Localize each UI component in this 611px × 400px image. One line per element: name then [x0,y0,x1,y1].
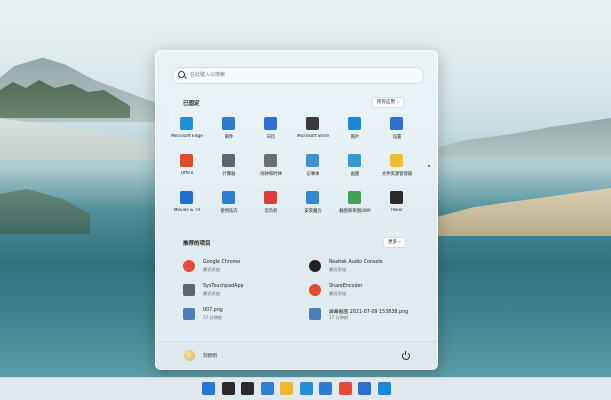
photos-icon [348,117,361,130]
pinned-app[interactable]: Microsoft Edge [166,114,208,144]
pinned-title: 已固定 [183,101,200,107]
gear-icon[interactable] [358,382,371,395]
pinned-app[interactable]: 使用技巧 [208,188,250,218]
gear-icon [390,117,403,130]
recommended-item-title: Google Chrome [203,260,241,265]
page-indicator[interactable] [428,165,430,167]
recommended-item-subtitle: 17 分钟前 [329,315,349,320]
more-label: 更多 [388,240,397,245]
movies-icon [180,191,193,204]
taskbar [0,377,611,400]
pinned-app-label: 文件资源管理器 [381,172,413,177]
store-icon [306,117,319,130]
calendar-icon [264,117,277,130]
edge-icon[interactable] [299,382,313,395]
recommended-item-title: 屏幕截图 2021-07-09 153838.png [329,310,409,315]
notepad-icon [306,154,319,167]
windows-icon[interactable] [202,382,215,395]
more-button[interactable]: 更多 › [383,237,406,248]
snip-icon [348,191,361,204]
pinned-app-label: Poker [391,208,403,213]
folder-icon [390,154,403,167]
pinned-app[interactable]: 照片 [334,114,376,144]
pinned-apps-grid: Microsoft Edge 邮件 日历 Microsoft Store 照片设置 Off… [166,114,416,224]
all-apps-button[interactable]: 所有应用 › [372,97,404,108]
image-file-icon [183,308,195,320]
chevron-right-icon: › [397,100,399,105]
audio-icon [309,260,321,272]
pinned-app[interactable]: 截图和草图UWP [334,188,376,218]
clock-icon [264,154,277,167]
start-footer: 刘新明 [156,341,437,370]
cube-icon [306,191,319,204]
recommended-item-subtitle: 最近添加 [203,267,220,272]
all-apps-label: 所有应用 [377,100,395,105]
calculator-icon [222,154,235,167]
pinned-app[interactable]: Microsoft Store [292,114,334,144]
edge-icon [180,117,193,130]
search-icon[interactable] [221,382,235,395]
pinned-app[interactable]: 计算器 [208,151,250,181]
recommended-item[interactable]: 007.png 17 分钟前 [178,305,298,327]
recommended-item-subtitle: 17 分钟前 [203,315,223,320]
search-placeholder: 在此键入以搜索 [190,72,226,78]
pinned-app[interactable]: Office [166,151,208,181]
pinned-app[interactable]: 安装魔方 [292,188,334,218]
recommended-item[interactable]: 屏幕截图 2021-07-09 153838.png 17 分钟前 [304,305,424,327]
mail-icon[interactable] [319,382,332,395]
pinned-app[interactable]: 画图 [334,151,376,181]
recommended-item-subtitle: 最近添加 [329,267,346,272]
pinned-app[interactable]: 文件资源管理器 [376,151,418,181]
search-icon [178,71,185,78]
widgets-icon[interactable] [260,382,274,395]
recommended-item-subtitle: 最近添加 [203,291,220,296]
recommended-item-title: Realtek Audio Console [329,260,383,265]
pinned-app[interactable]: 邮件 [208,114,250,144]
photos-icon[interactable] [377,382,391,395]
recommended-item[interactable]: ShareEncoder 最近添加 [304,281,424,303]
pinned-app[interactable]: 日历 [250,114,292,144]
pinned-app[interactable]: Movies & TV [166,188,208,218]
wallpaper-reeds-right [438,188,611,236]
pinned-app-label: 设置 [392,135,402,140]
user-name[interactable]: 刘新明 [203,353,217,359]
pinned-app[interactable]: 闹钟和时钟 [250,151,292,181]
start-search-box[interactable]: 在此键入以搜索 [172,67,424,84]
wallpaper-hills [430,118,611,158]
recommended-item-title: 007.png [203,308,223,313]
pinned-app[interactable]: Poker [376,188,418,218]
encoder-icon [309,284,321,296]
poker-icon [390,191,403,204]
tips-icon [222,191,235,204]
wallpaper-reeds-left [0,189,90,234]
chevron-right-icon: › [399,240,401,245]
recommended-item[interactable]: SysTouchpadApp 最近添加 [178,281,298,303]
touchpad-icon [183,284,195,296]
paint-icon [348,154,361,167]
chrome-icon[interactable] [338,382,352,395]
recommended-item[interactable]: Realtek Audio Console 最近添加 [304,257,424,279]
recommended-item[interactable]: Google Chrome 最近添加 [178,257,298,279]
recommended-title: 推荐的项目 [183,241,211,247]
power-icon[interactable] [402,351,410,360]
pinned-app[interactable]: 记事本 [292,151,334,181]
mail-icon [222,117,235,130]
recommended-item-title: SysTouchpadApp [203,284,244,289]
recommended-item-subtitle: 最近添加 [329,291,346,296]
pinned-app[interactable]: 云负荷 [250,188,292,218]
image-file-icon [309,308,321,320]
office-icon [180,154,193,167]
recommended-item-title: ShareEncoder [329,284,363,289]
task-view-icon[interactable] [241,382,254,395]
folder-icon[interactable] [280,382,293,395]
pinned-app[interactable]: 设置 [376,114,418,144]
start-menu: 在此键入以搜索 已固定 所有应用 › Microsoft Edge 邮件 日历 Micr… [155,50,438,370]
avatar[interactable] [184,350,195,361]
chrome-icon [183,260,195,272]
cloud-app-icon [264,191,277,204]
